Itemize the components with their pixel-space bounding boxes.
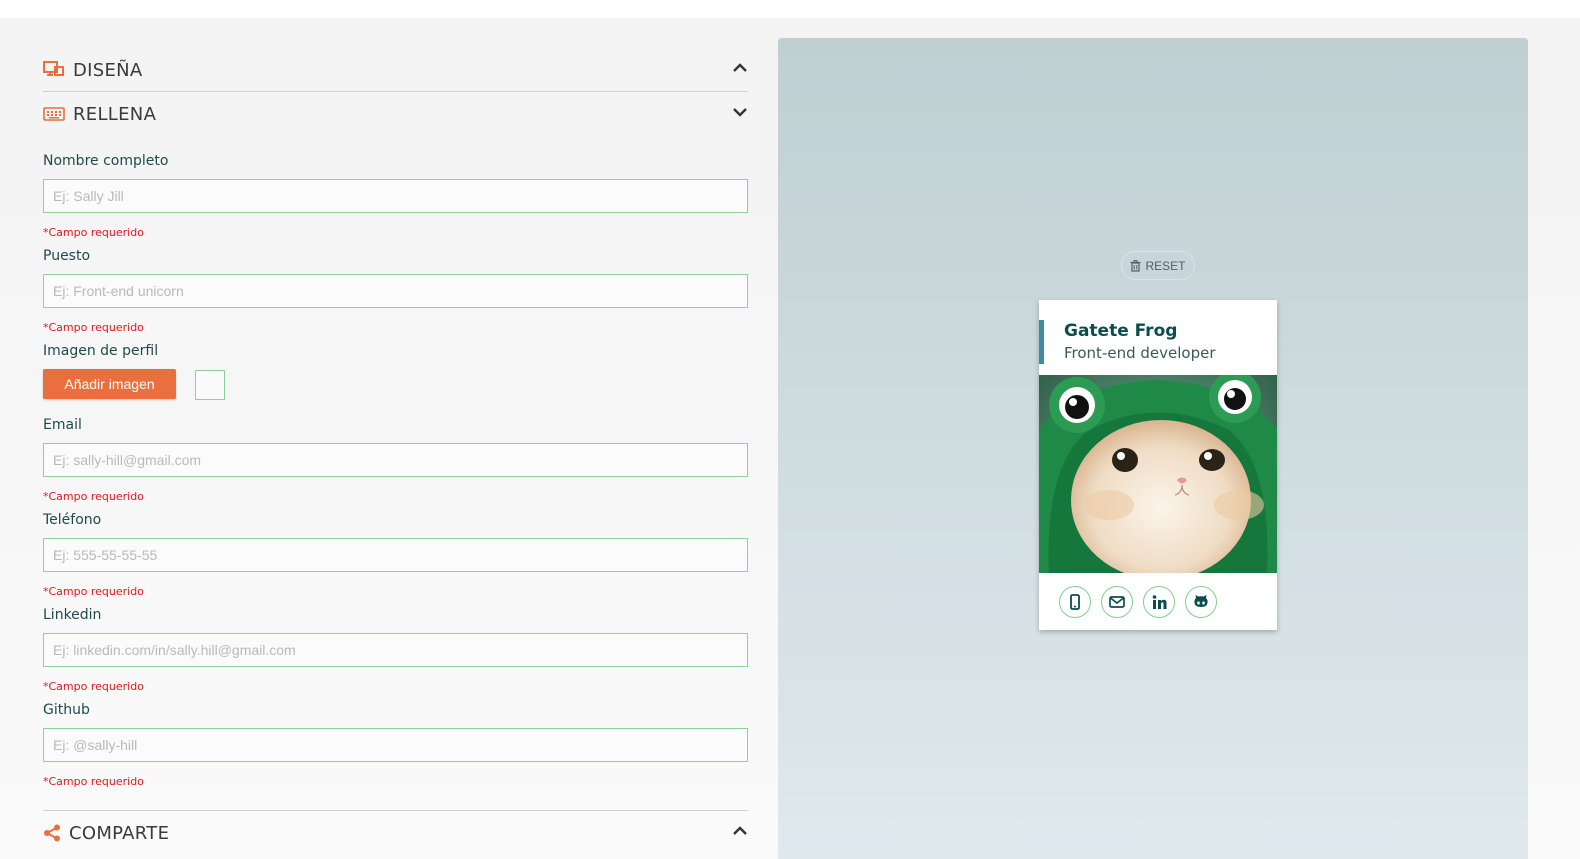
name-input[interactable] (43, 179, 748, 213)
phone-label: Teléfono (43, 512, 102, 528)
card-header: Gatete Frog Front-end developer (1039, 320, 1277, 364)
card-social-icons (1059, 586, 1217, 618)
image-preview-thumbnail (195, 370, 225, 400)
keyboard-icon (43, 104, 65, 124)
name-label: Nombre completo (43, 153, 169, 169)
email-input[interactable] (43, 443, 748, 477)
share-icon (43, 823, 61, 843)
image-label: Imagen de perfil (43, 343, 159, 359)
linkedin-icon[interactable] (1143, 586, 1175, 618)
phone-required-text: *Campo requerido (43, 585, 144, 598)
job-required-text: *Campo requerido (43, 321, 144, 334)
card-profile-photo (1039, 375, 1277, 573)
github-label: Github (43, 702, 90, 718)
section-divider (43, 810, 748, 811)
chevron-up-icon[interactable] (732, 823, 748, 839)
section-share-header[interactable]: COMPARTE (43, 819, 748, 847)
mobile-icon[interactable] (1059, 586, 1091, 618)
phone-input[interactable] (43, 538, 748, 572)
job-input[interactable] (43, 274, 748, 308)
linkedin-required-text: *Campo requerido (43, 680, 144, 693)
add-image-button[interactable]: Añadir imagen (43, 369, 176, 399)
github-required-text: *Campo requerido (43, 775, 144, 788)
reset-button[interactable]: RESET (1121, 251, 1195, 280)
business-card: Gatete Frog Front-end developer (1039, 300, 1277, 630)
section-share-title: COMPARTE (69, 822, 170, 844)
section-design-header[interactable]: DISEÑA (43, 56, 748, 84)
github-input[interactable] (43, 728, 748, 762)
trash-icon (1130, 259, 1141, 272)
section-fill-title: RELLENA (73, 103, 157, 125)
card-name: Gatete Frog (1064, 321, 1178, 341)
reset-label: RESET (1145, 258, 1186, 273)
section-fill-header[interactable]: RELLENA (43, 100, 748, 128)
job-label: Puesto (43, 248, 91, 264)
app-root: DISEÑA RELLENA Nombre completo *Campo re… (0, 18, 1580, 859)
card-job-title: Front-end developer (1064, 344, 1216, 362)
linkedin-label: Linkedin (43, 607, 102, 623)
envelope-icon[interactable] (1101, 586, 1133, 618)
name-required-text: *Campo requerido (43, 226, 144, 239)
card-preview-panel: RESET Gatete Frog Front-end developer (778, 38, 1528, 859)
github-icon[interactable] (1185, 586, 1217, 618)
linkedin-input[interactable] (43, 633, 748, 667)
section-design-title: DISEÑA (73, 59, 143, 81)
section-divider (43, 91, 748, 92)
email-label: Email (43, 417, 82, 433)
chevron-down-icon[interactable] (732, 104, 748, 120)
chevron-up-icon[interactable] (732, 60, 748, 76)
email-required-text: *Campo requerido (43, 490, 144, 503)
design-icon (43, 60, 65, 80)
